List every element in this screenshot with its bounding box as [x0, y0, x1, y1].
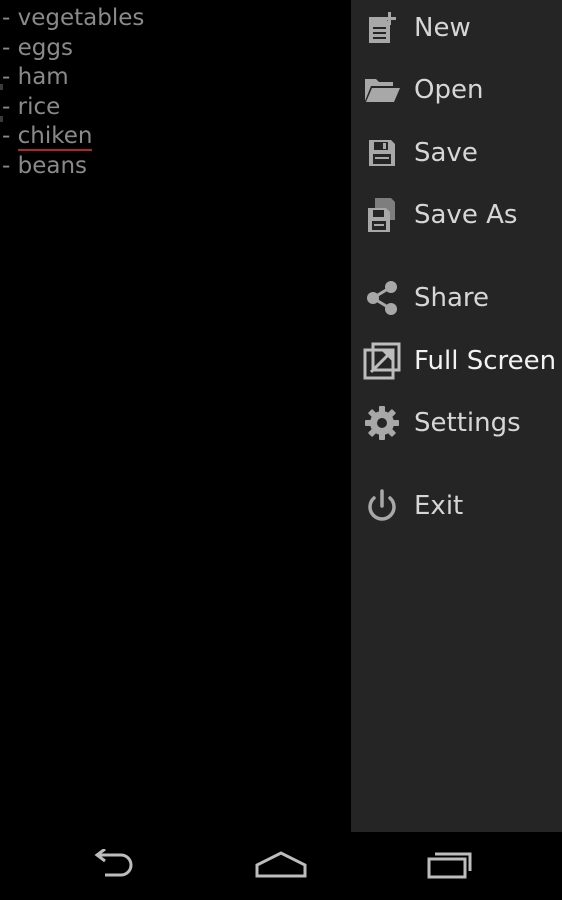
new-document-icon [363, 9, 401, 47]
line-prefix: - [2, 93, 18, 120]
gear-icon [363, 404, 401, 442]
line-text: beans [17, 152, 88, 179]
back-icon [87, 847, 137, 883]
power-icon [363, 487, 401, 525]
line-marker [0, 116, 3, 122]
editor-line[interactable]: - eggs [2, 34, 351, 64]
recent-apps-button[interactable] [390, 832, 510, 900]
editor-lines: - vegetables - eggs - ham - rice - chike… [0, 0, 351, 182]
menu-item-exit[interactable]: Exit [351, 476, 562, 536]
line-text: rice [17, 93, 61, 120]
menu-item-label: Exit [414, 491, 464, 521]
menu-item-label: Save As [414, 200, 518, 230]
line-prefix: - [2, 5, 18, 31]
overflow-menu: New Open Save Save As Share Full Screen … [351, 0, 562, 832]
share-icon [363, 279, 401, 317]
editor-line[interactable]: - ham [2, 63, 351, 93]
line-text: eggs [17, 34, 73, 61]
line-prefix: - [2, 123, 18, 150]
line-text: ham [17, 64, 69, 91]
menu-item-label: New [414, 13, 471, 43]
navigation-bar [0, 832, 562, 900]
save-as-icon [363, 196, 401, 234]
line-prefix: - [2, 152, 18, 179]
back-button[interactable] [52, 832, 172, 900]
menu-item-label: Settings [414, 408, 521, 438]
menu-item-label: Share [414, 283, 490, 313]
menu-item-save-as[interactable]: Save As [351, 185, 562, 245]
menu-item-label: Full Screen [414, 346, 557, 376]
home-button[interactable] [221, 832, 341, 900]
line-marker [0, 84, 3, 90]
home-icon [254, 849, 308, 883]
folder-open-icon [363, 71, 401, 109]
text-editor[interactable]: - vegetables - eggs - ham - rice - chike… [0, 0, 351, 832]
line-prefix: - [2, 34, 18, 61]
menu-item-label: Save [414, 138, 478, 168]
menu-item-full-screen[interactable]: Full Screen [351, 331, 562, 391]
menu-item-settings[interactable]: Settings [351, 393, 562, 453]
menu-item-save[interactable]: Save [351, 123, 562, 183]
editor-line[interactable]: - chiken [2, 122, 351, 152]
full-screen-icon [363, 342, 401, 380]
menu-item-share[interactable]: Share [351, 268, 562, 328]
line-text: vegetables [17, 5, 145, 31]
line-prefix: - [2, 64, 18, 91]
editor-line[interactable]: - rice [2, 93, 351, 123]
recent-apps-icon [425, 849, 475, 883]
editor-line[interactable]: - beans [2, 152, 351, 182]
menu-item-new[interactable]: New [351, 0, 562, 58]
editor-line[interactable]: - vegetables [2, 4, 351, 34]
floppy-disk-icon [363, 134, 401, 172]
menu-item-label: Open [414, 75, 484, 105]
misspelled-word[interactable]: chiken [17, 123, 93, 152]
menu-item-open[interactable]: Open [351, 60, 562, 120]
